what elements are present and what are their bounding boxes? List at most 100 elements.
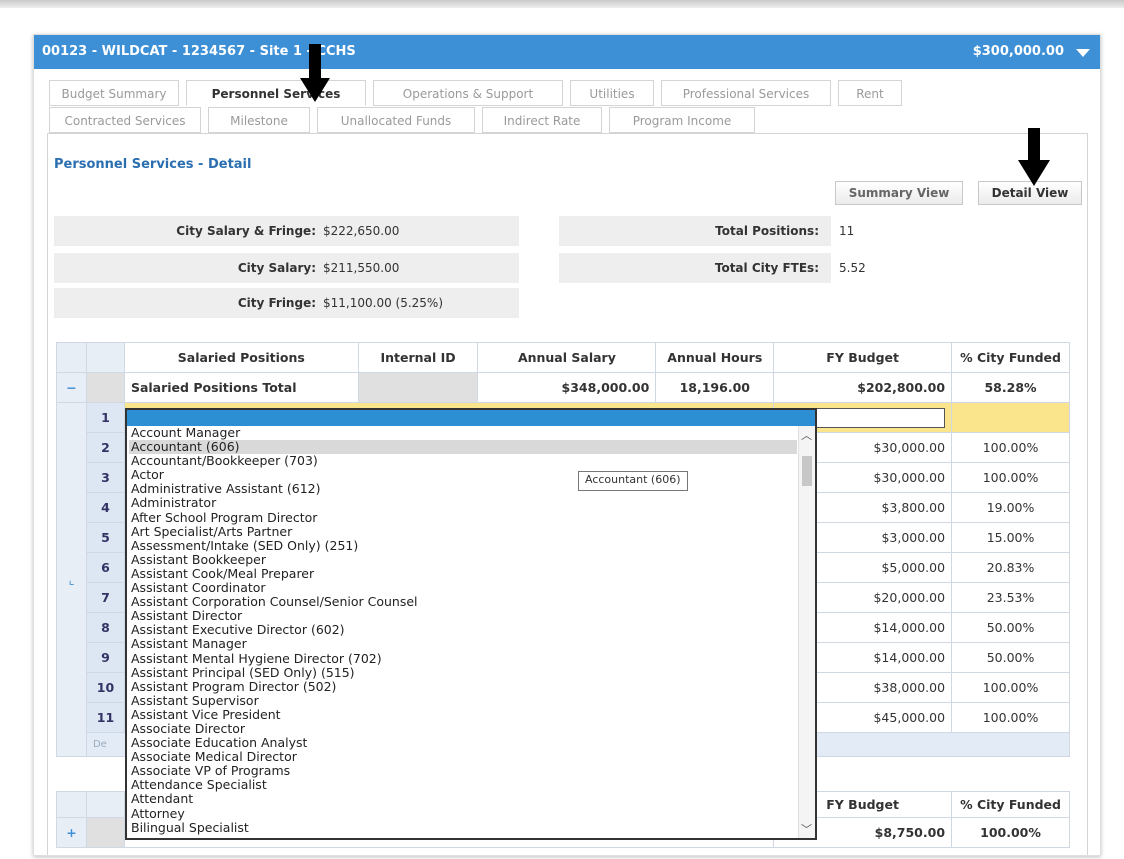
summary-value: $222,650.00 [323, 224, 400, 238]
city-funded-cell: 100.00% [951, 817, 1070, 848]
dropdown-option[interactable]: Accountant/Bookkeeper (703) [129, 454, 797, 468]
row-number: 9 [85, 642, 125, 673]
dropdown-option[interactable]: Assistant Director [129, 609, 797, 623]
tab-personnel-services[interactable]: Personnel Services [186, 80, 366, 106]
arrow-down-icon [300, 44, 330, 102]
dropdown-option[interactable]: Bilingual Specialist [129, 820, 797, 835]
total-internal-id [357, 372, 479, 403]
grid-cell-blank [85, 817, 125, 848]
summary-value: 11 [839, 224, 855, 238]
row-number: 4 [85, 492, 125, 523]
city-funded-cell [951, 402, 1070, 433]
summary-value: $11,100.00 (5.25%) [323, 296, 444, 310]
tab-professional-services[interactable]: Professional Services [661, 80, 831, 106]
city-funded-cell: 50.00% [951, 612, 1070, 643]
total-annual-salary: $348,000.00 [477, 372, 657, 403]
dropdown-option[interactable]: Assistant Cook/Meal Preparer [129, 566, 797, 581]
option-tooltip: Accountant (606) [578, 471, 688, 491]
tab-utilities[interactable]: Utilities [570, 80, 654, 106]
tab-operations-support[interactable]: Operations & Support [373, 80, 563, 106]
scroll-up-icon[interactable]: ︿ [801, 427, 812, 443]
row-number: 10 [85, 672, 125, 703]
scroll-down-icon[interactable]: ﹀ [801, 821, 812, 837]
row-number: 7 [85, 582, 125, 613]
row-number: 1 [85, 402, 125, 433]
grid-cell-blank [85, 372, 125, 403]
tab-budget-summary[interactable]: Budget Summary [49, 80, 179, 106]
row-number: 3 [85, 462, 125, 493]
dropdown-option[interactable]: Associate Director [129, 721, 797, 736]
total-annual-hours: 18,196.00 [655, 372, 775, 403]
chevron-down-icon[interactable] [1076, 49, 1090, 57]
city-funded-cell: 100.00% [951, 672, 1070, 703]
tab-unallocated-funds[interactable]: Unallocated Funds [317, 107, 475, 133]
screenshot-frame: 00123 - WILDCAT - 1234567 - Site 1 - CCH… [0, 0, 1124, 859]
dropdown-option[interactable]: Associate Medical Director [129, 750, 797, 764]
dropdown-option[interactable]: Assistant Coordinator [129, 580, 797, 595]
dropdown-option[interactable]: Assistant Bookkeeper [129, 552, 797, 567]
dropdown-options: Account Manager Accountant (606) Accountan… [129, 425, 797, 835]
tab-program-income[interactable]: Program Income [609, 107, 755, 133]
col-header-salaried-positions[interactable]: Salaried Positions [123, 342, 359, 373]
site-amount: $300,000.00 [972, 44, 1064, 59]
col-header-fy-budget[interactable]: FY Budget [773, 342, 953, 373]
dropdown-option[interactable]: Assistant Principal (SED Only) (515) [129, 665, 797, 680]
col-header-annual-salary[interactable]: Annual Salary [477, 342, 657, 373]
summary-label: City Salary: [237, 261, 316, 275]
dropdown-option[interactable]: After School Program Director [129, 510, 797, 525]
dropdown-selected-bar[interactable] [127, 410, 815, 426]
collapse-toggle[interactable]: − [56, 372, 87, 403]
dropdown-option[interactable]: Accountant (606) [129, 439, 797, 455]
city-funded-cell: 15.00% [951, 522, 1070, 553]
city-funded-cell: 50.00% [951, 642, 1070, 673]
position-dropdown[interactable]: Account Manager Accountant (606) Accountan… [125, 408, 817, 840]
dropdown-option[interactable]: Attendant [129, 792, 797, 806]
dropdown-option[interactable]: Art Specialist/Arts Partner [129, 524, 797, 539]
tab-contracted-services[interactable]: Contracted Services [49, 107, 201, 133]
dropdown-option[interactable]: Assistant Vice President [129, 707, 797, 722]
dropdown-option[interactable]: Attorney [129, 806, 797, 821]
dropdown-option[interactable]: Assistant Executive Director (602) [129, 623, 797, 637]
summary-label: Total City FTEs: [714, 261, 819, 275]
row-group-indicator: ⌞ [56, 402, 87, 757]
row-number: 11 [85, 702, 125, 733]
row-number: 5 [85, 522, 125, 553]
col-header-city-funded[interactable]: % City Funded [951, 342, 1070, 373]
summary-label: City Salary & Fringe: [176, 224, 316, 238]
col-header-annual-hours[interactable]: Annual Hours [655, 342, 775, 373]
city-funded-cell: 20.83% [951, 552, 1070, 583]
dropdown-option[interactable]: Actor [129, 468, 797, 482]
total-city-funded: 58.28% [951, 372, 1070, 403]
site-title-bar[interactable]: 00123 - WILDCAT - 1234567 - Site 1 - CCH… [34, 35, 1100, 69]
dropdown-option[interactable]: Assistant Corporation Counsel/Senior Cou… [129, 595, 797, 609]
dropdown-option[interactable]: Administrative Assistant (612) [129, 482, 797, 496]
tab-rent[interactable]: Rent [838, 80, 902, 106]
tab-indirect-rate[interactable]: Indirect Rate [482, 107, 602, 133]
city-funded-cell: 23.53% [951, 582, 1070, 613]
tab-milestone[interactable]: Milestone [208, 107, 310, 133]
col-header-city-funded[interactable]: % City Funded [951, 791, 1070, 818]
dropdown-option[interactable]: Assistant Program Director (502) [129, 679, 797, 694]
section-title: Personnel Services - Detail [54, 157, 252, 172]
total-fy-budget: $202,800.00 [773, 372, 953, 403]
city-funded-cell: 100.00% [951, 432, 1070, 463]
city-funded-cell: 100.00% [951, 462, 1070, 493]
scrollbar-thumb[interactable] [802, 456, 812, 486]
summary-view-button[interactable]: Summary View [835, 181, 963, 205]
dropdown-option[interactable]: Assessment/Intake (SED Only) (251) [129, 538, 797, 553]
dropdown-option[interactable]: Associate Education Analyst [129, 735, 797, 750]
row-number: 6 [85, 552, 125, 583]
col-header-internal-id[interactable]: Internal ID [357, 342, 479, 373]
dropdown-option[interactable]: Assistant Manager [129, 637, 797, 651]
dropdown-option[interactable]: Assistant Mental Hygiene Director (702) [129, 651, 797, 666]
dropdown-option[interactable]: Account Manager [129, 425, 797, 440]
dropdown-option[interactable]: Associate VP of Programs [129, 764, 797, 778]
dropdown-option[interactable]: Attendance Specialist [129, 778, 797, 792]
dropdown-option[interactable]: Administrator [129, 496, 797, 510]
arrow-down-icon [1018, 128, 1050, 186]
dropdown-scrollbar[interactable]: ︿ ﹀ [798, 426, 815, 838]
dropdown-option[interactable]: Assistant Supervisor [129, 693, 797, 708]
city-funded-cell: 100.00% [951, 702, 1070, 733]
expand-toggle[interactable]: + [56, 817, 87, 848]
grid-header-blank [56, 342, 87, 373]
